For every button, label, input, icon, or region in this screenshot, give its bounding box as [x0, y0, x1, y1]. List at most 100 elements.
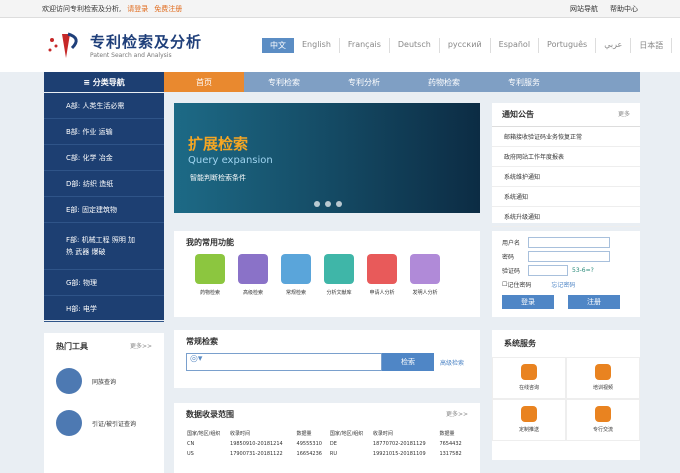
service-label: 培训视频: [592, 385, 613, 391]
logo-title: 专利检索及分析: [90, 33, 203, 51]
notice-item[interactable]: 系统通知: [492, 187, 640, 207]
category-d[interactable]: D部: 纺织 造纸: [44, 171, 164, 197]
tool-label: 引证/被引证查询: [92, 420, 137, 428]
category-b[interactable]: B部: 作业 运输: [44, 119, 164, 145]
func-inventor-analysis[interactable]: 发明人分析: [407, 254, 443, 296]
table-row: US 17900731-20181122 16654236 RU 19921015-20…: [186, 449, 468, 459]
notice-item[interactable]: 系统升级通知: [492, 207, 640, 227]
carousel-dot[interactable]: [336, 201, 342, 207]
column-header: 收录时间: [230, 431, 251, 437]
remember-label: 记住密码: [507, 281, 532, 289]
username-input[interactable]: [528, 236, 610, 248]
register-link[interactable]: 免费注册: [154, 5, 182, 13]
nav-patent-analysis[interactable]: 专利分析: [324, 72, 404, 92]
system-service-panel: 系统服务 在线咨询 培训视频 定制推送 专行交流: [492, 330, 640, 460]
nav-patent-service[interactable]: 专利服务: [484, 72, 564, 92]
func-drug-search[interactable]: 药物检索: [192, 254, 228, 296]
func-advanced-search[interactable]: 高级检索: [235, 254, 271, 296]
hot-tools-more-link[interactable]: 更多>>: [130, 341, 152, 352]
category-nav-title: ≡ 分类导航: [44, 72, 164, 92]
logo-icon: [44, 30, 84, 60]
lang-ja[interactable]: 日本語: [631, 38, 673, 53]
lang-ar[interactable]: عربي: [596, 38, 632, 53]
lang-de[interactable]: Deutsch: [390, 38, 440, 53]
tool-citation-query[interactable]: 引证/被引证查询: [44, 402, 164, 444]
notice-more-link[interactable]: 更多: [618, 109, 630, 120]
category-c[interactable]: C部: 化学 冶金: [44, 145, 164, 171]
common-functions-panel: 我的常用功能 药物检索 高级检索 常规检索 分析文献库 申请人分析 发明人分析: [174, 231, 480, 317]
lang-fr[interactable]: Français: [340, 38, 390, 53]
captcha-label: 验证码: [502, 267, 521, 275]
table-cell: 17900731-20181122: [230, 451, 283, 457]
promo-banner[interactable]: 扩展检索 Query expansion 智能判断检索条件: [174, 103, 480, 213]
notice-panel: 通知公告 更多 邮箱接收验证码业务恢复正常 政府网站工作年度报表 系统维护通知 系…: [492, 103, 640, 227]
banner-subtitle: Query expansion: [188, 155, 273, 166]
category-e[interactable]: E部: 固定建筑物: [44, 197, 164, 223]
logo-subtitle: Patent Search and Analysis: [90, 52, 172, 59]
search-title: 常规检索: [186, 337, 218, 346]
notice-item[interactable]: 邮箱接收验证码业务恢复正常: [492, 127, 640, 147]
language-switcher: 中文 English Français Deutsch русский Espa…: [262, 38, 673, 53]
welcome-text: 欢迎访问专利检索及分析,: [42, 4, 122, 13]
register-button[interactable]: 注册: [568, 295, 620, 309]
lang-zh[interactable]: 中文: [262, 38, 294, 53]
table-cell: CN: [187, 441, 195, 447]
eye-icon: [595, 406, 611, 422]
column-header: 国家/地区/组织: [329, 431, 364, 437]
forgot-password-link[interactable]: 忘记密码: [551, 280, 575, 289]
column-header: 数据量: [439, 431, 455, 437]
help-link[interactable]: 帮助中心: [610, 5, 638, 13]
func-regular-search[interactable]: 常规检索: [278, 254, 314, 296]
lang-es[interactable]: Español: [491, 38, 540, 53]
notice-item[interactable]: 系统维护通知: [492, 167, 640, 187]
search-button[interactable]: 检索: [382, 353, 434, 371]
table-cell: 7654432: [439, 441, 462, 447]
scope-title: 数据收录范围: [186, 410, 234, 419]
category-g[interactable]: G部: 物理: [44, 270, 164, 296]
globe-icon[interactable]: ◎▾: [190, 354, 202, 364]
password-input[interactable]: [528, 250, 610, 262]
carousel-dot[interactable]: [325, 201, 331, 207]
push-icon: [521, 406, 537, 422]
lang-pt[interactable]: Português: [539, 38, 597, 53]
lang-ru[interactable]: русский: [440, 38, 491, 53]
search-input[interactable]: ◎▾: [186, 353, 382, 371]
nav-drug-search[interactable]: 药物检索: [404, 72, 484, 92]
service-online-consult[interactable]: 在线咨询: [492, 357, 566, 399]
captcha-input[interactable]: [528, 264, 568, 276]
func-label: 发明人分析: [412, 290, 438, 296]
lang-en[interactable]: English: [294, 38, 340, 53]
login-link[interactable]: 请登录: [127, 5, 148, 13]
category-h[interactable]: H部: 电学: [44, 296, 164, 322]
tool-label: 同族查询: [92, 378, 117, 386]
func-applicant-analysis[interactable]: 申请人分析: [364, 254, 400, 296]
nav-home[interactable]: 首页: [164, 72, 244, 92]
carousel-dot[interactable]: [314, 201, 320, 207]
func-literature-library[interactable]: 分析文献库: [321, 254, 357, 296]
hot-tools-panel: 热门工具 更多>> 同族查询 引证/被引证查询: [44, 333, 164, 473]
consult-icon: [521, 364, 537, 380]
service-exchange[interactable]: 专行交流: [566, 399, 640, 441]
table-header-row: 国家/地区/组织 收录时间 数据量 国家/地区/组织 收录时间 数据量: [186, 428, 468, 439]
service-custom-push[interactable]: 定制推送: [492, 399, 566, 441]
login-button[interactable]: 登录: [502, 295, 554, 309]
notice-item[interactable]: 政府网站工作年度报表: [492, 147, 640, 167]
functions-title: 我的常用功能: [186, 238, 234, 247]
table-row: CN 19850910-20181214 49555310 DE 18770702-20…: [186, 439, 468, 449]
banner-desc: 智能判断检索条件: [190, 174, 246, 182]
lightbulb-icon: [410, 254, 440, 284]
nav-patent-search[interactable]: 专利检索: [244, 72, 324, 92]
table-cell: 49555310: [296, 441, 322, 447]
site-nav-link[interactable]: 网站导航: [570, 5, 598, 13]
scope-more-link[interactable]: 更多>>: [446, 409, 468, 420]
table-cell: 19850910-20181214: [230, 441, 283, 447]
tool-family-query[interactable]: 同族查询: [44, 360, 164, 402]
service-training-video[interactable]: 培训视频: [566, 357, 640, 399]
carousel-dots[interactable]: [314, 201, 342, 207]
func-label: 申请人分析: [369, 290, 395, 296]
captcha-image[interactable]: 53-6=?: [572, 267, 594, 274]
category-a[interactable]: A部: 人类生活必需: [44, 93, 164, 119]
category-f[interactable]: F部: 机械工程 照明 加热 武器 爆破: [44, 223, 164, 270]
func-label: 高级检索: [242, 290, 263, 296]
advanced-search-link[interactable]: 高级检索: [440, 358, 464, 367]
